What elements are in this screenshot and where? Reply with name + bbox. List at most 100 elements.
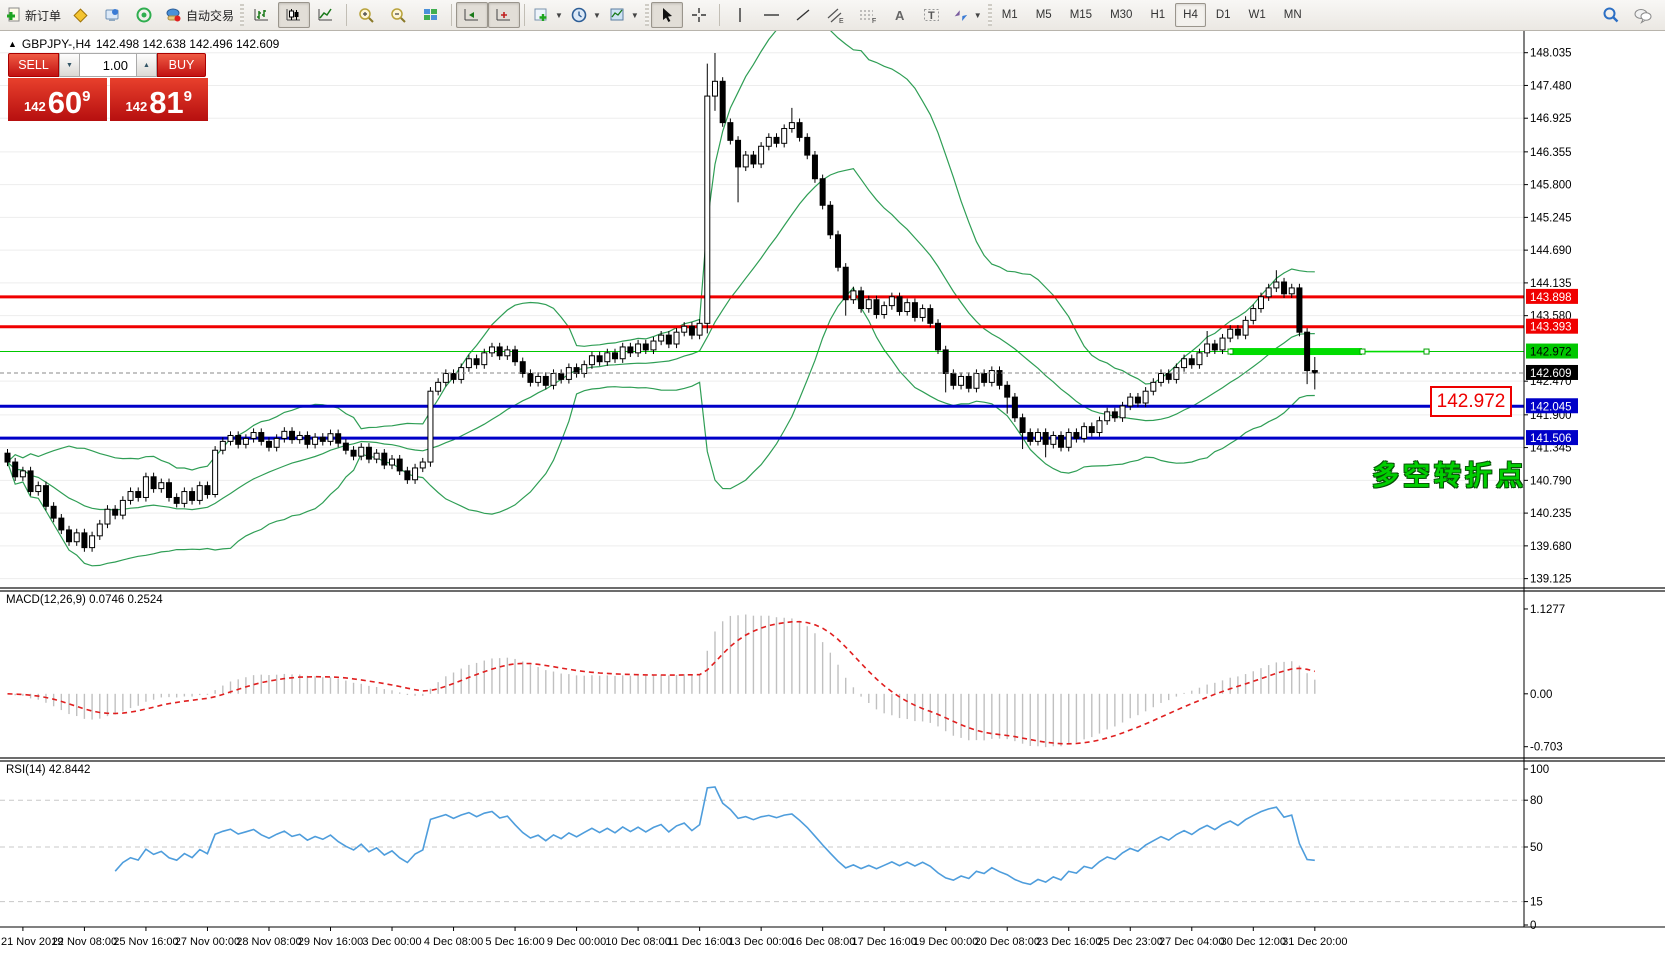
arrows-caret-icon: ▼ bbox=[974, 11, 982, 20]
arrows-button[interactable]: ▼ bbox=[948, 2, 986, 28]
symbol-ohlc-values: 142.498 142.638 142.496 142.609 bbox=[96, 37, 280, 51]
svg-text:10 Dec 08:00: 10 Dec 08:00 bbox=[605, 936, 670, 948]
search-button[interactable] bbox=[1595, 2, 1627, 28]
price-tag-label[interactable]: 142.972 bbox=[1430, 386, 1512, 417]
svg-text:0.00: 0.00 bbox=[1530, 689, 1552, 701]
timeframe-m1-button[interactable]: M1 bbox=[994, 3, 1026, 27]
svg-text:16 Dec 08:00: 16 Dec 08:00 bbox=[790, 936, 855, 948]
candlestick-button[interactable] bbox=[278, 2, 310, 28]
timeframe-mn-button[interactable]: MN bbox=[1276, 3, 1310, 27]
market-watch-button[interactable] bbox=[65, 2, 97, 28]
buy-price-sup: 9 bbox=[184, 88, 192, 105]
collapse-triangle-icon[interactable]: ▲ bbox=[8, 39, 17, 49]
autoscroll-button[interactable] bbox=[456, 2, 488, 28]
toolbar-separator bbox=[719, 4, 720, 26]
svg-text:141.506: 141.506 bbox=[1530, 433, 1572, 445]
arrows-icon bbox=[952, 7, 970, 23]
horizontal-line-button[interactable] bbox=[756, 2, 788, 28]
timeframe-d1-button[interactable]: D1 bbox=[1208, 3, 1239, 27]
svg-text:139.125: 139.125 bbox=[1530, 574, 1572, 586]
vertical-line-button[interactable] bbox=[724, 2, 756, 28]
toolbar-grip bbox=[645, 4, 649, 26]
zoom-out-icon bbox=[390, 7, 408, 24]
buy-button[interactable]: BUY bbox=[157, 53, 206, 77]
toolbar-separator bbox=[346, 4, 347, 26]
buy-price-big: 81 bbox=[149, 89, 183, 117]
timeframe-m5-button[interactable]: M5 bbox=[1028, 3, 1060, 27]
search-icon bbox=[1602, 6, 1620, 24]
trendline-icon bbox=[795, 7, 813, 23]
sell-price-button[interactable]: 142 60 9 bbox=[8, 78, 107, 121]
timeframe-h1-button[interactable]: H1 bbox=[1142, 3, 1173, 27]
fibonacci-icon: F bbox=[858, 7, 878, 24]
periods-button[interactable]: ▼ bbox=[567, 2, 605, 28]
svg-text:148.035: 148.035 bbox=[1530, 48, 1572, 60]
volume-increase-button[interactable]: ▲ bbox=[136, 53, 157, 77]
timeframe-w1-button[interactable]: W1 bbox=[1241, 3, 1274, 27]
text-button[interactable]: A bbox=[884, 2, 916, 28]
autoscroll-icon bbox=[463, 7, 481, 23]
chart-shift-button[interactable] bbox=[488, 2, 520, 28]
trendline-handle bbox=[1228, 349, 1233, 354]
template-icon bbox=[609, 7, 627, 23]
timeframe-h4-button[interactable]: H4 bbox=[1175, 3, 1206, 27]
tile-windows-icon bbox=[422, 7, 440, 23]
trendline-handle bbox=[1424, 349, 1429, 354]
line-chart-button[interactable] bbox=[310, 2, 342, 28]
svg-text:144.135: 144.135 bbox=[1530, 278, 1572, 290]
chat-button[interactable] bbox=[1627, 2, 1659, 28]
crosshair-icon bbox=[691, 7, 707, 23]
channel-icon: E bbox=[826, 7, 846, 24]
buy-price-button[interactable]: 142 81 9 bbox=[110, 78, 209, 121]
periods-caret-icon: ▼ bbox=[593, 11, 601, 20]
svg-text:145.245: 145.245 bbox=[1530, 212, 1572, 224]
candlestick-icon bbox=[285, 7, 303, 23]
svg-text:19 Dec 00:00: 19 Dec 00:00 bbox=[913, 936, 978, 948]
svg-text:143.393: 143.393 bbox=[1530, 322, 1572, 334]
toolbar-grip bbox=[240, 4, 244, 26]
svg-text:142.045: 142.045 bbox=[1530, 401, 1572, 413]
autotrade-button[interactable]: 自动交易 bbox=[161, 2, 238, 28]
channel-button[interactable]: E bbox=[820, 2, 852, 28]
zoom-in-button[interactable] bbox=[351, 2, 383, 28]
chat-icon bbox=[1633, 6, 1653, 24]
templates-button[interactable]: ▼ bbox=[605, 2, 643, 28]
volume-input[interactable] bbox=[80, 53, 136, 77]
tile-windows-button[interactable] bbox=[415, 2, 447, 28]
trendline-button[interactable] bbox=[788, 2, 820, 28]
sell-button[interactable]: SELL bbox=[8, 53, 59, 77]
sell-price-base: 142 bbox=[24, 99, 46, 114]
svg-text:9 Dec 00:00: 9 Dec 00:00 bbox=[547, 936, 606, 948]
timeframe-bar: M1M5M15M30H1H4D1W1MN bbox=[994, 3, 1310, 27]
chart-canvas[interactable]: 148.035147.480146.925146.355145.800145.2… bbox=[0, 31, 1665, 956]
volume-decrease-button[interactable]: ▼ bbox=[59, 53, 80, 77]
svg-text:15: 15 bbox=[1530, 897, 1543, 909]
timeframe-m15-button[interactable]: M15 bbox=[1062, 3, 1100, 27]
svg-text:3 Dec 00:00: 3 Dec 00:00 bbox=[362, 936, 421, 948]
symbol-info: ▲ GBPJPY-,H4 142.498 142.638 142.496 142… bbox=[8, 37, 279, 51]
svg-text:143.898: 143.898 bbox=[1530, 292, 1572, 304]
indicators-button[interactable]: ▼ bbox=[529, 2, 567, 28]
thick-green-band bbox=[1230, 348, 1362, 355]
svg-text:142.972: 142.972 bbox=[1530, 347, 1572, 359]
svg-text:17 Dec 16:00: 17 Dec 16:00 bbox=[851, 936, 916, 948]
clock-icon bbox=[571, 7, 589, 24]
text-label-button[interactable]: T bbox=[916, 2, 948, 28]
data-window-button[interactable] bbox=[97, 2, 129, 28]
new-order-button[interactable]: 新订单 bbox=[2, 2, 65, 28]
timeframe-m30-button[interactable]: M30 bbox=[1102, 3, 1140, 27]
cursor-button[interactable] bbox=[651, 2, 683, 28]
line-chart-icon bbox=[317, 7, 335, 23]
signal-icon bbox=[136, 7, 154, 23]
toolbar-separator bbox=[524, 4, 525, 26]
strategy-tester-button[interactable] bbox=[129, 2, 161, 28]
svg-text:25 Dec 23:00: 25 Dec 23:00 bbox=[1098, 936, 1163, 948]
turning-point-annotation[interactable]: 多空转折点 bbox=[1372, 454, 1527, 493]
bar-chart-button[interactable] bbox=[246, 2, 278, 28]
indicators-icon bbox=[533, 7, 551, 23]
zoom-out-button[interactable] bbox=[383, 2, 415, 28]
data-window-icon bbox=[104, 7, 122, 23]
crosshair-button[interactable] bbox=[683, 2, 715, 28]
fibonacci-button[interactable]: F bbox=[852, 2, 884, 28]
svg-text:100: 100 bbox=[1530, 764, 1549, 776]
